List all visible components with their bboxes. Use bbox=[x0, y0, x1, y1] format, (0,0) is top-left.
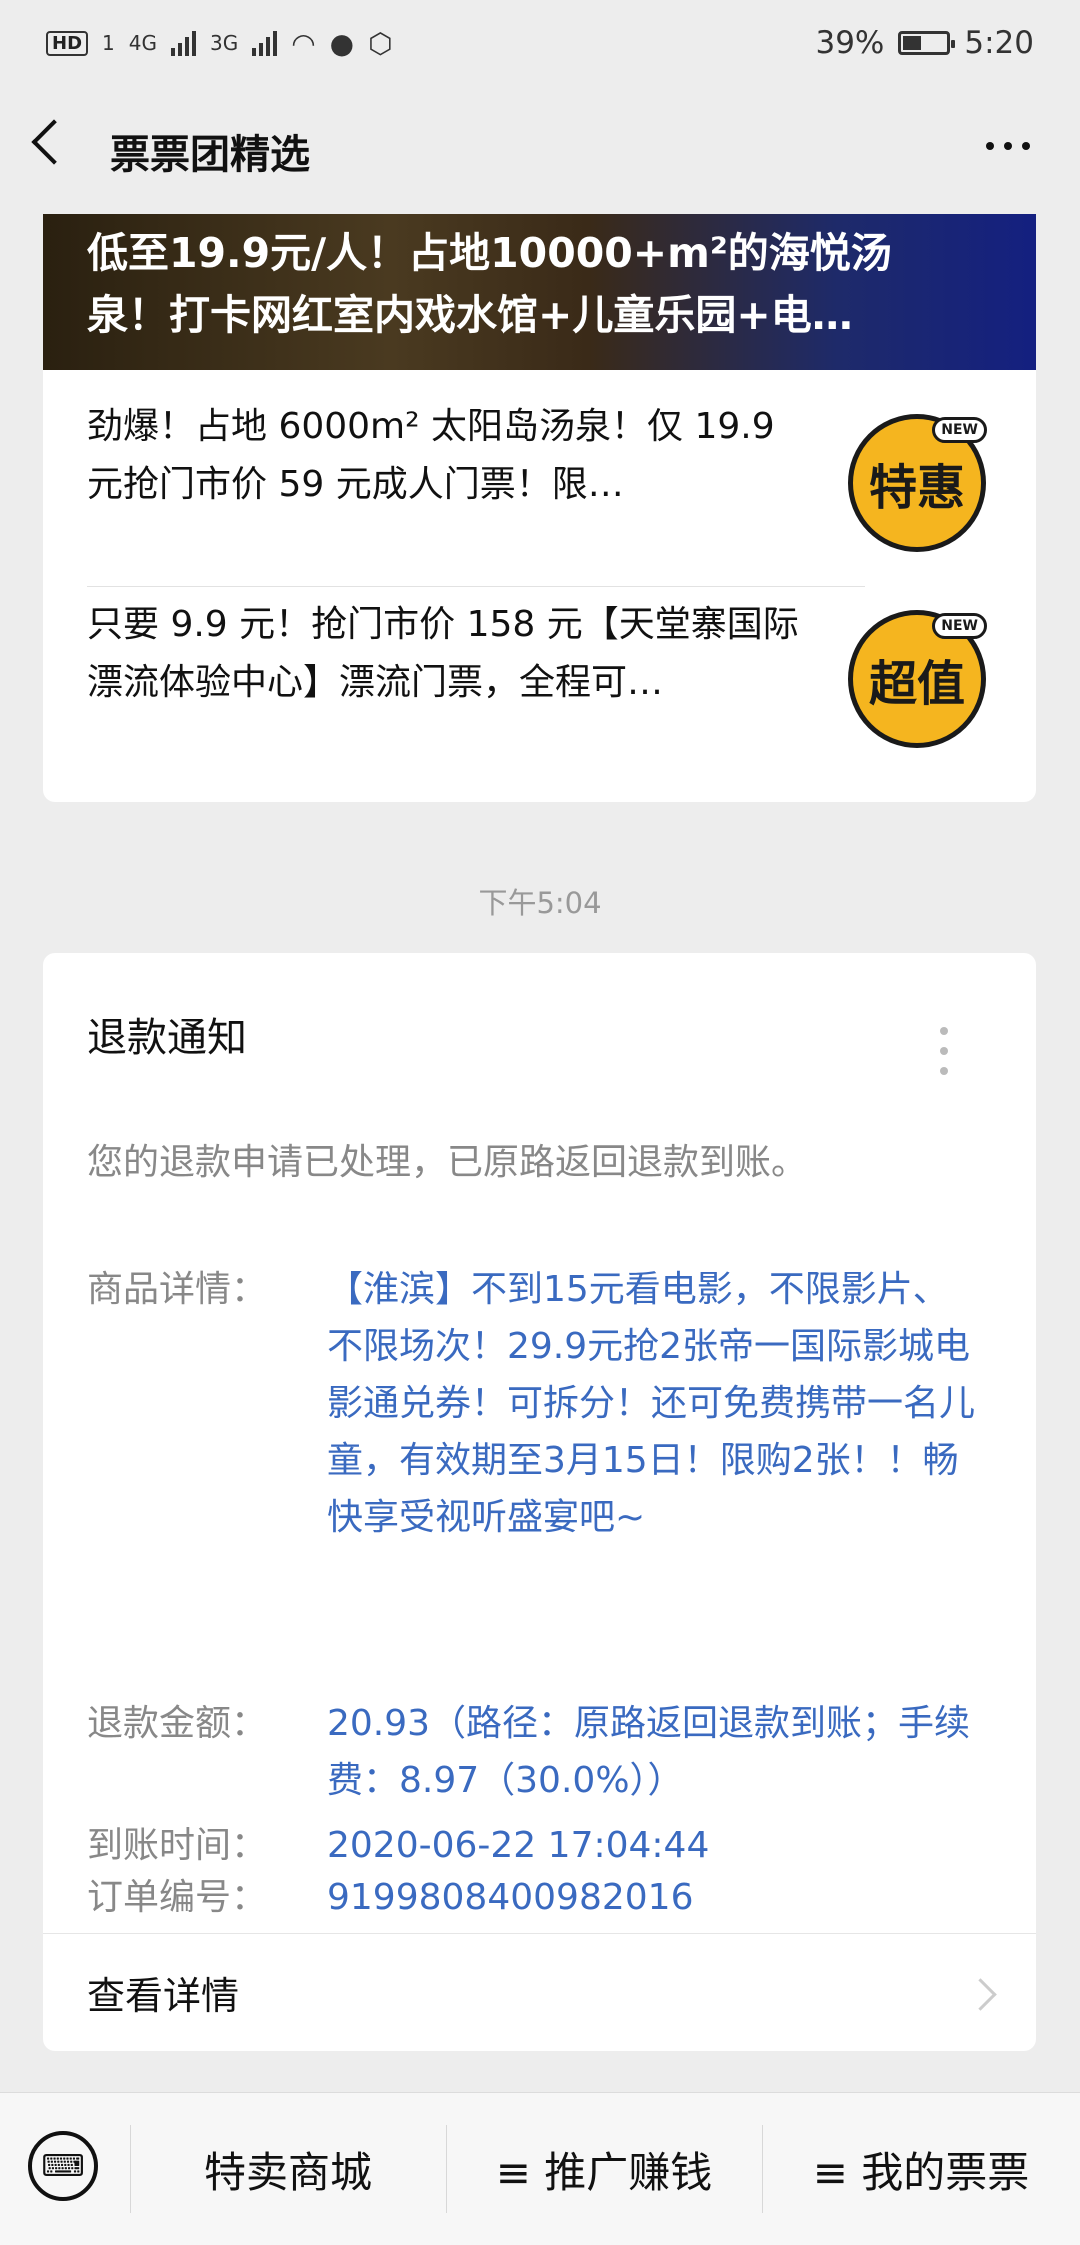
field-product-details: 商品详情： 【淮滨】不到15元看电影，不限影片、不限场次！29.9元抢2张帝一国… bbox=[87, 1261, 1007, 1546]
promo-item-text: 只要 9.9 元！抢门市价 158 元【天堂寨国际漂流体验中心】漂流门票，全程可… bbox=[87, 604, 799, 703]
signal-icon bbox=[170, 30, 196, 56]
card-title: 退款通知 bbox=[87, 1015, 247, 1061]
page-title: 票票团精选 bbox=[110, 132, 310, 178]
back-icon[interactable] bbox=[31, 119, 77, 165]
field-label: 商品详情： bbox=[87, 1269, 268, 1310]
new-tag: NEW bbox=[932, 613, 987, 639]
divider bbox=[43, 1933, 1036, 1934]
refund-description: 您的退款申请已处理，已原路返回退款到账。 bbox=[87, 1142, 808, 1183]
promo-card: 低至19.9元/人！占地10000+m²的海悦汤泉！打卡网红室内戏水馆+儿童乐园… bbox=[43, 214, 1036, 802]
sim-badge: 1 bbox=[102, 31, 115, 55]
status-left: HD 1 4G 3G ◠ ● ⬡ bbox=[46, 27, 393, 60]
message-timestamp: 下午5:04 bbox=[478, 886, 602, 920]
field-value: 20.93（路径：原路返回退款到账；手续费：8.97（30.0%）） bbox=[327, 1703, 971, 1801]
badge-label: 特惠 bbox=[868, 460, 965, 516]
chevron-right-icon bbox=[964, 1978, 997, 2011]
bottom-menu-bar: ⌨ 特卖商城 ≡ 推广赚钱 ≡ 我的票票 bbox=[0, 2092, 1080, 2245]
wifi-icon: ◠ bbox=[291, 26, 316, 60]
hd-badge: HD bbox=[46, 30, 89, 56]
signal-icon-2 bbox=[252, 30, 278, 56]
menu-special-mall[interactable]: 特卖商城 bbox=[130, 2093, 446, 2245]
field-value: 【淮滨】不到15元看电影，不限影片、不限场次！29.9元抢2张帝一国际影城电影通… bbox=[327, 1269, 976, 1538]
status-bar: HD 1 4G 3G ◠ ● ⬡ 39% 5:20 bbox=[0, 0, 1080, 86]
value-badge-icon: 超值 NEW bbox=[848, 610, 987, 748]
promo-banner[interactable]: 低至19.9元/人！占地10000+m²的海悦汤泉！打卡网红室内戏水馆+儿童乐园… bbox=[43, 214, 1036, 370]
keyboard-icon[interactable]: ⌨ bbox=[28, 2131, 98, 2201]
field-value: 9199808400982016 bbox=[327, 1877, 694, 1918]
field-label: 订单编号： bbox=[87, 1877, 268, 1918]
message-icon: ● bbox=[329, 26, 355, 60]
refund-notification-card[interactable]: 退款通知 您的退款申请已处理，已原路返回退款到账。 商品详情： 【淮滨】不到15… bbox=[43, 953, 1036, 2051]
app-notification-icon: ⬡ bbox=[368, 26, 393, 60]
field-refund-amount: 退款金额： 20.93（路径：原路返回退款到账；手续费：8.97（30.0%）） bbox=[87, 1695, 1007, 1809]
divider bbox=[87, 586, 865, 587]
navigation-bar: 票票团精选 bbox=[0, 86, 1080, 214]
more-icon[interactable] bbox=[986, 142, 1030, 150]
field-arrival-time: 到账时间： 2020-06-22 17:04:44 bbox=[87, 1817, 1007, 1874]
view-details-link[interactable]: 查看详情 bbox=[87, 1965, 239, 2020]
network-3g-label: 3G bbox=[209, 31, 239, 55]
network-4g-label: 4G bbox=[128, 31, 157, 55]
clock: 5:20 bbox=[964, 25, 1034, 61]
more-vertical-icon[interactable] bbox=[940, 1027, 948, 1075]
menu-my-tickets[interactable]: ≡ 我的票票 bbox=[762, 2093, 1080, 2245]
battery-icon bbox=[898, 31, 956, 55]
banner-title: 低至19.9元/人！占地10000+m²的海悦汤泉！打卡网红室内戏水馆+儿童乐园… bbox=[87, 229, 892, 339]
field-value: 2020-06-22 17:04:44 bbox=[327, 1825, 710, 1866]
promo-item-text: 劲爆！占地 6000m² 太阳岛汤泉！仅 19.9 元抢门市价 59 元成人门票… bbox=[87, 406, 775, 505]
badge-label: 超值 bbox=[868, 656, 965, 712]
discount-badge-icon: 特惠 NEW bbox=[848, 414, 987, 552]
new-tag: NEW bbox=[932, 417, 987, 443]
menu-promote-earn[interactable]: ≡ 推广赚钱 bbox=[446, 2093, 762, 2245]
battery-percent: 39% bbox=[815, 25, 885, 61]
field-order-number: 订单编号： 9199808400982016 bbox=[87, 1869, 1007, 1926]
status-right: 39% 5:20 bbox=[815, 25, 1034, 61]
field-label: 退款金额： bbox=[87, 1703, 268, 1744]
field-label: 到账时间： bbox=[87, 1825, 268, 1866]
